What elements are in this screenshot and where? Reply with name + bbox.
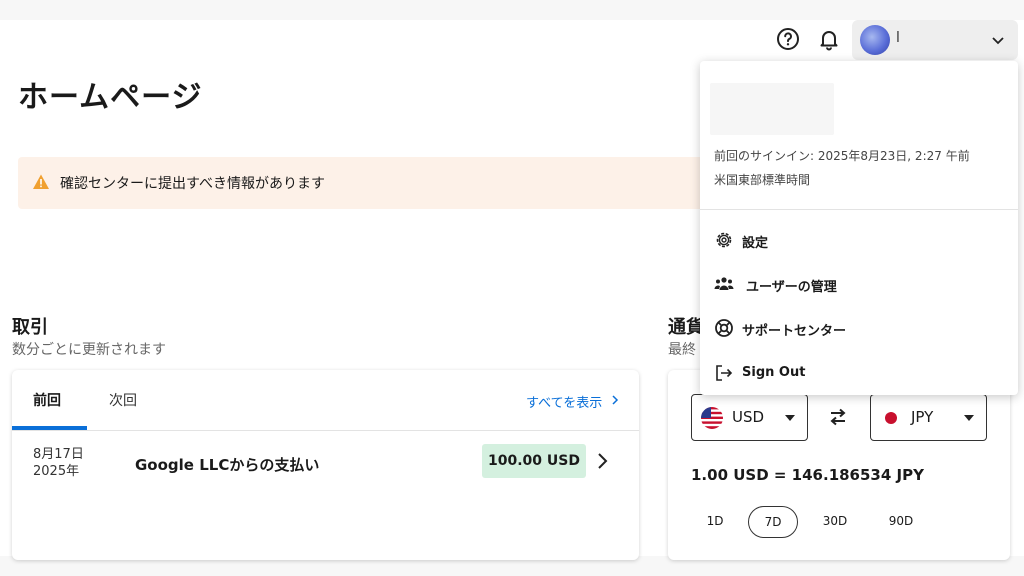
transaction-description[interactable]: Google LLCからの支払い — [135, 454, 319, 475]
range-1d-button[interactable]: 1D — [700, 506, 730, 538]
menu-item-sign-out[interactable]: Sign Out — [714, 361, 1004, 385]
transactions-card: 前回 次回 すべてを表示 8月17日 2025年 Google LLCからの支払… — [12, 370, 639, 560]
lifebuoy-icon — [715, 319, 733, 337]
tab-previous[interactable]: 前回 — [33, 390, 61, 410]
help-icon[interactable] — [776, 27, 800, 51]
avatar — [860, 25, 890, 55]
range-90d-button[interactable]: 90D — [884, 506, 918, 538]
transaction-date: 8月17日 2025年 — [33, 446, 84, 480]
timezone-text: 米国東部標準時間 — [714, 173, 811, 187]
swap-icon[interactable] — [827, 406, 849, 428]
from-currency-code: USD — [732, 408, 765, 426]
last-signin-text: 前回のサインイン: 2025年8月23日, 2:27 午前 — [714, 149, 970, 163]
chevron-right-icon[interactable] — [595, 452, 609, 470]
account-dropdown: 前回のサインイン: 2025年8月23日, 2:27 午前 米国東部標準時間 設… — [700, 61, 1018, 395]
range-7d-button[interactable]: 7D — [748, 506, 798, 538]
transactions-subtitle: 数分ごとに更新されます — [12, 342, 166, 358]
menu-item-label: サポートセンター — [742, 324, 847, 339]
account-info-placeholder — [710, 83, 834, 135]
caret-down-icon — [964, 415, 974, 421]
gear-icon — [716, 232, 732, 248]
currency-subtitle: 最終 — [668, 342, 696, 358]
transaction-date-year: 2025年 — [33, 464, 80, 479]
menu-item-settings[interactable]: 設定 — [714, 228, 1004, 252]
menu-item-label: 設定 — [742, 236, 769, 251]
from-currency-select[interactable]: USD — [691, 394, 808, 441]
chevron-right-icon[interactable] — [610, 394, 620, 406]
tab-divider — [12, 430, 639, 431]
menu-item-label: ユーザーの管理 — [746, 280, 837, 295]
to-currency-code: JPY — [911, 408, 934, 426]
alert-text: 確認センターに提出すべき情報があります — [60, 176, 326, 192]
currency-card: USD JPY 1.00 USD = 146.186534 JPY 1D 7D … — [668, 370, 1010, 560]
jp-flag-icon — [880, 407, 902, 429]
sign-out-icon — [716, 365, 733, 381]
warning-icon — [33, 174, 49, 189]
account-name: l — [896, 30, 900, 46]
range-30d-button[interactable]: 30D — [818, 506, 852, 538]
users-icon — [714, 277, 734, 290]
menu-item-support-center[interactable]: サポートセンター — [714, 316, 1004, 340]
transactions-title: 取引 — [12, 317, 48, 338]
bell-icon[interactable] — [817, 27, 841, 51]
account-menu-button[interactable]: l — [852, 20, 1018, 60]
us-flag-icon — [701, 407, 723, 429]
verification-alert[interactable]: 確認センターに提出すべき情報があります — [18, 157, 718, 209]
to-currency-select[interactable]: JPY — [870, 394, 987, 441]
transaction-amount: 100.00 USD — [482, 444, 586, 478]
top-bar: l — [0, 0, 1024, 60]
currency-title: 通貨 — [668, 317, 704, 338]
exchange-rate: 1.00 USD = 146.186534 JPY — [691, 466, 924, 484]
menu-item-label: Sign Out — [742, 365, 806, 380]
transaction-date-day: 8月17日 — [33, 447, 84, 462]
menu-divider — [700, 209, 1018, 210]
chevron-down-icon — [992, 37, 1004, 45]
menu-item-manage-users[interactable]: ユーザーの管理 — [714, 272, 1004, 296]
show-all-link[interactable]: すべてを表示 — [526, 392, 602, 411]
page-title: ホームページ — [18, 80, 203, 115]
caret-down-icon — [785, 415, 795, 421]
tab-next[interactable]: 次回 — [109, 390, 137, 410]
